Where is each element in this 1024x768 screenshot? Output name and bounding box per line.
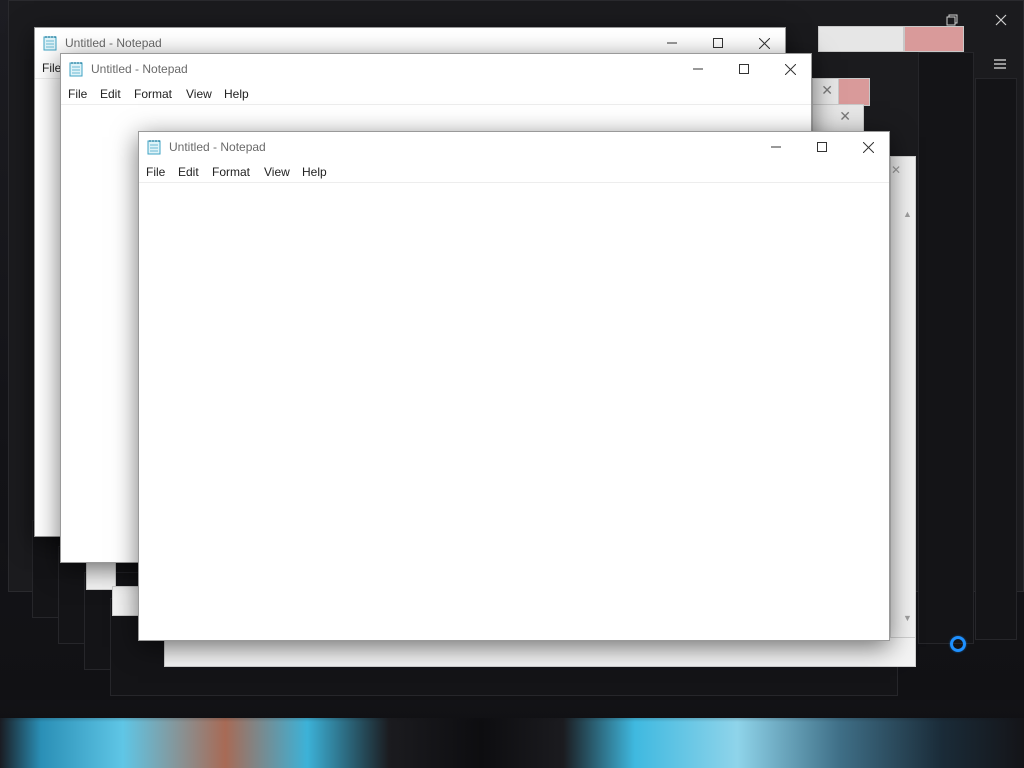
scroll-up-icon[interactable]: ▲	[903, 209, 912, 219]
close-button[interactable]	[767, 54, 813, 84]
minimize-button[interactable]	[675, 54, 721, 84]
desktop-wallpaper	[0, 718, 1024, 768]
menu-format[interactable]: Format	[205, 162, 257, 182]
menu-view[interactable]: View	[257, 162, 297, 182]
minimize-button[interactable]	[753, 132, 799, 162]
minimize-icon	[771, 146, 781, 148]
close-icon: ✕	[821, 82, 833, 98]
notepad-window-active[interactable]: Untitled - Notepad File Edit Format View…	[138, 131, 890, 641]
close-button[interactable]	[845, 132, 891, 162]
stacked-window-frame	[975, 78, 1017, 640]
wallpaper-shadow	[0, 700, 1024, 722]
title-bar[interactable]: Untitled - Notepad	[61, 54, 811, 84]
stacked-window-titlebar	[818, 26, 904, 52]
close-icon: ✕	[839, 108, 851, 124]
menu-help[interactable]: Help	[217, 84, 256, 104]
stacked-window-titlebar: ✕	[812, 78, 840, 106]
stacked-window-close-button	[904, 26, 964, 52]
maximize-button[interactable]	[721, 54, 767, 84]
stacked-window-titlebar: ✕	[812, 104, 864, 132]
close-icon	[862, 141, 874, 153]
menu-view[interactable]: View	[179, 84, 219, 104]
menu-help[interactable]: Help	[295, 162, 334, 182]
busy-cursor-icon	[950, 636, 966, 652]
maximize-icon	[739, 64, 749, 74]
menu-file[interactable]: File	[139, 162, 172, 182]
menu-bar: File Edit Format View Help	[61, 84, 811, 105]
window-title: Untitled - Notepad	[91, 62, 188, 76]
hamburger-menu-icon[interactable]	[985, 55, 1015, 75]
close-icon[interactable]	[986, 11, 1016, 31]
minimize-icon	[693, 68, 703, 70]
title-bar[interactable]: Untitled - Notepad	[139, 132, 889, 162]
minimize-icon	[667, 42, 677, 44]
close-icon: ✕	[891, 163, 902, 177]
window-title: Untitled - Notepad	[169, 140, 266, 154]
menu-edit[interactable]: Edit	[93, 84, 128, 104]
menu-file[interactable]: File	[61, 84, 94, 104]
menu-edit[interactable]: Edit	[171, 162, 206, 182]
stacked-window-close-button	[838, 78, 870, 106]
maximize-button[interactable]	[799, 132, 845, 162]
notepad-icon	[69, 62, 83, 77]
maximize-icon	[713, 38, 723, 48]
text-editor-area[interactable]	[139, 183, 889, 640]
notepad-icon	[43, 36, 57, 51]
stacked-notepad-window: ▲ ▼ ✕	[890, 156, 916, 638]
maximize-icon	[817, 142, 827, 152]
menu-format[interactable]: Format	[127, 84, 179, 104]
notepad-icon	[147, 140, 161, 155]
scroll-down-icon[interactable]: ▼	[903, 613, 912, 623]
stacked-window-frame	[918, 52, 974, 644]
close-icon	[758, 37, 770, 49]
close-icon	[784, 63, 796, 75]
menu-bar: File Edit Format View Help	[139, 162, 889, 183]
